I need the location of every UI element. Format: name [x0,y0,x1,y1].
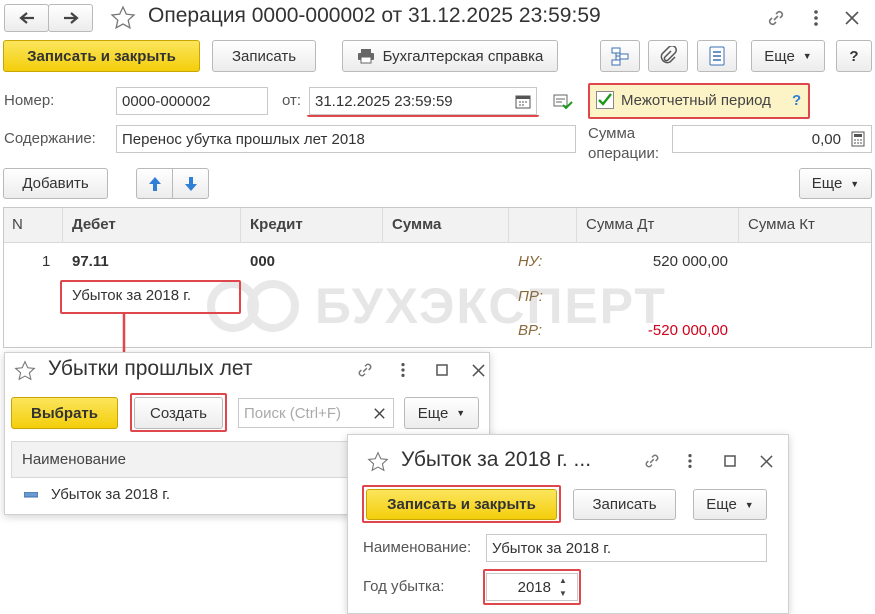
close-icon[interactable] [840,6,864,30]
row-label-vr: ВР: [518,322,543,339]
add-row-button[interactable]: Добавить [3,168,108,199]
list-more-label: Еще [417,404,449,422]
column-header-n[interactable]: N [12,216,23,233]
chevron-down-icon: ▼ [850,178,860,189]
arrow-right-icon [63,11,79,25]
loss-item-title: Убыток за 2018 г. ... [401,448,592,471]
item-name-field[interactable]: Убыток за 2018 г. [486,534,767,562]
link-icon[interactable] [353,359,377,381]
structure-button[interactable] [600,40,640,72]
maximize-icon[interactable] [720,451,740,471]
column-header-debit[interactable]: Дебет [72,216,116,233]
column-header-sum[interactable]: Сумма [392,216,441,233]
favorite-star-icon[interactable] [365,449,391,475]
more-vertical-icon[interactable] [683,450,697,472]
sum-field[interactable]: 0,00 [672,125,872,153]
column-header-name[interactable]: Наименование [22,451,126,468]
move-down-button[interactable] [172,168,209,199]
row-debit-account[interactable]: 97.11 [72,253,109,270]
more-label: Еще [764,47,795,65]
window-title: Операция 0000-000002 от 31.12.2025 23:59… [148,4,601,27]
row-sum-dt-nu[interactable]: 520 000,00 [600,253,728,270]
item-year-label: Год убытка: [363,578,445,595]
item-save-button[interactable]: Записать [573,489,676,520]
column-header-sum-kt[interactable]: Сумма Кт [748,216,815,233]
back-button[interactable] [4,4,49,32]
favorite-star-icon[interactable] [12,358,38,384]
year-highlight-box [483,569,581,605]
content-label: Содержание: [4,130,96,147]
number-field[interactable]: 0000-000002 [116,87,268,115]
item-more-label: Еще [706,496,737,513]
chevron-down-icon: ▼ [744,499,754,510]
paperclip-icon [659,46,677,66]
accounting-report-label: Бухгалтерская справка [382,47,544,65]
help-button[interactable]: ? [836,40,872,72]
arrow-down-icon [184,176,198,192]
forward-button[interactable] [48,4,93,32]
interperiod-highlight-box [588,83,810,119]
accounting-report-button[interactable]: Бухгалтерская справка [342,40,558,72]
row-label-nu: НУ: [518,253,543,270]
close-icon[interactable] [468,360,488,380]
element-icon [24,490,38,500]
item-save-close-highlight-box [362,485,561,523]
number-label: Номер: [4,92,55,109]
favorite-star-icon[interactable] [108,4,138,32]
row-credit-account[interactable]: 000 [250,253,275,270]
column-header-sum-dt[interactable]: Сумма Дт [586,216,654,233]
date-highlight-box [307,86,539,117]
item-more-button[interactable]: Еще ▼ [693,489,767,520]
calculator-icon[interactable] [848,128,868,150]
content-field[interactable]: Перенос убутка прошлых лет 2018 [116,125,576,153]
printer-icon [357,48,375,64]
create-highlight-box [130,393,227,432]
row-label-pr: ПР: [518,288,543,305]
list-item[interactable]: Убыток за 2018 г. [51,486,170,503]
more-vertical-icon[interactable] [396,359,410,381]
sum-label-line2: операции: [588,145,660,162]
arrow-up-icon [148,176,162,192]
row-number[interactable]: 1 [42,253,50,270]
chevron-down-icon: ▼ [802,51,812,61]
more-vertical-icon[interactable] [807,6,825,30]
save-button[interactable]: Записать [212,40,316,72]
maximize-icon[interactable] [432,360,452,380]
attach-button[interactable] [648,40,688,72]
move-up-button[interactable] [136,168,173,199]
sum-value: 0,00 [811,130,841,148]
table-more-button[interactable]: Еще ▼ [799,168,872,199]
subconto-highlight-box [60,280,241,314]
list-icon [709,46,725,66]
clear-icon[interactable] [369,403,389,423]
list-more-button[interactable]: Еще ▼ [404,397,479,429]
arrow-left-icon [18,11,35,25]
select-button[interactable]: Выбрать [11,397,118,429]
link-icon[interactable] [640,450,664,472]
save-and-close-button[interactable]: Записать и закрыть [3,40,200,72]
table-more-label: Еще [811,175,843,192]
structure-icon [610,46,630,66]
link-icon[interactable] [763,6,789,30]
column-header-credit[interactable]: Кредит [250,216,303,233]
search-placeholder: Поиск (Ctrl+F) [244,404,341,422]
losses-list-title: Убытки прошлых лет [48,357,253,380]
close-icon[interactable] [756,451,776,471]
edit-check-icon[interactable] [553,92,573,112]
date-label: от: [282,92,302,109]
sum-label-line1: Сумма [588,125,636,142]
chevron-down-icon: ▼ [456,408,466,418]
row-sum-dt-vr[interactable]: -520 000,00 [600,322,728,339]
more-button[interactable]: Еще ▼ [751,40,825,72]
item-name-label: Наименование: [363,539,472,556]
list-button[interactable] [697,40,737,72]
